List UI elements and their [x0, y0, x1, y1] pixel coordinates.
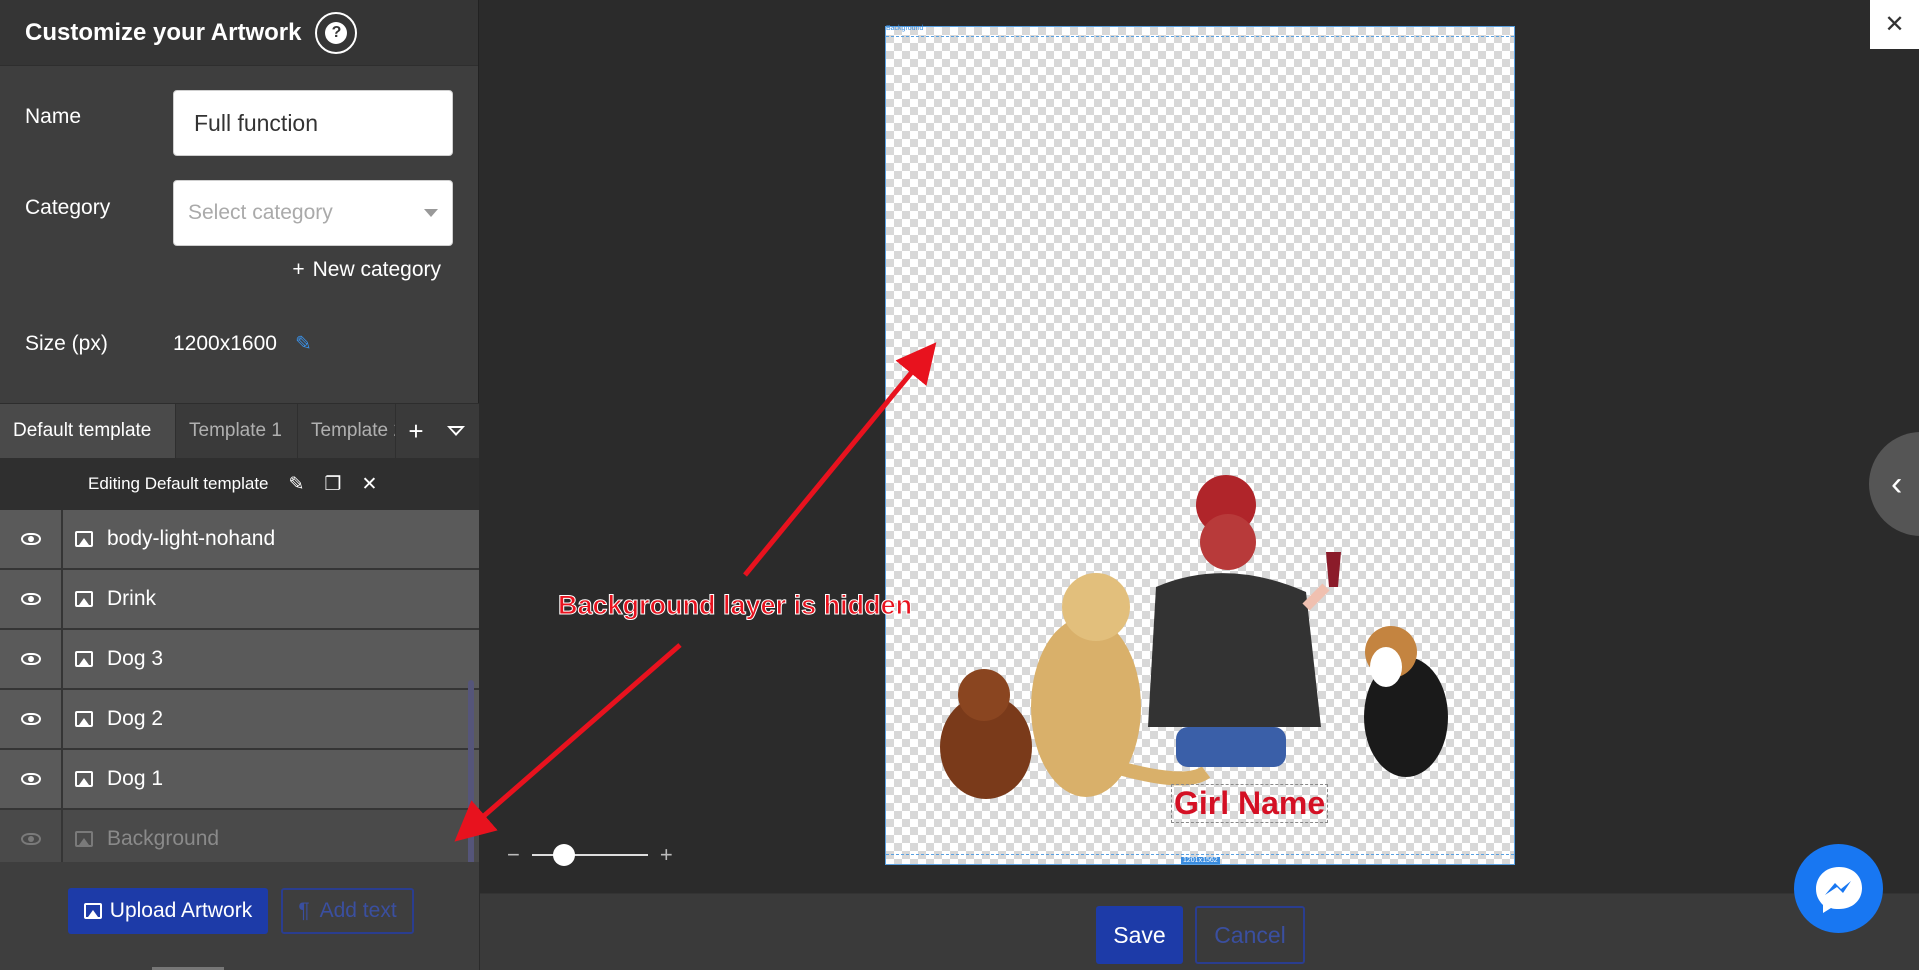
tab-default-template[interactable]: Default template	[0, 404, 176, 458]
tab-template-2[interactable]: Template 2	[298, 404, 396, 458]
image-icon	[75, 831, 93, 847]
category-select[interactable]: Select category	[173, 180, 453, 246]
chevron-down-icon	[424, 209, 438, 217]
layer-name: body-light-nohand	[107, 527, 276, 550]
artboard-canvas[interactable]: Background Girl Name 1201x1562	[885, 25, 1516, 866]
layer-row[interactable]: Drink	[0, 570, 479, 630]
size-label: Size (px)	[25, 332, 108, 355]
category-label: Category	[25, 196, 111, 219]
edit-size-icon[interactable]: ✎	[295, 331, 312, 356]
text-layer[interactable]: Girl Name	[1171, 784, 1329, 823]
layer-row[interactable]: Dog 2	[0, 690, 479, 750]
artwork-editor: Customize your Artwork ? Name Full funct…	[0, 0, 1919, 970]
layer-name: Drink	[107, 587, 157, 610]
layer-name: Dog 1	[107, 767, 164, 790]
upload-artwork-button[interactable]: Upload Artwork	[68, 888, 268, 934]
sidebar-header: Customize your Artwork ?	[0, 0, 478, 66]
eye-icon[interactable]	[0, 750, 63, 808]
duplicate-icon[interactable]: ❐	[324, 473, 341, 496]
eye-icon[interactable]	[0, 810, 63, 868]
eye-icon[interactable]	[0, 630, 63, 688]
size-value-row: 1200x1600 ✎	[173, 331, 312, 356]
save-button[interactable]: Save	[1096, 906, 1183, 964]
image-icon	[75, 711, 93, 727]
eye-icon[interactable]	[0, 690, 63, 748]
question-icon: ?	[325, 21, 348, 44]
image-icon	[75, 771, 93, 787]
tabs-dropdown-icon[interactable]	[436, 404, 476, 458]
close-icon[interactable]: ✕	[361, 473, 377, 496]
name-label: Name	[25, 105, 82, 128]
artwork-illustration[interactable]	[886, 27, 1516, 866]
cancel-button[interactable]: Cancel	[1195, 906, 1305, 964]
eye-icon[interactable]	[0, 570, 63, 628]
editing-label: Editing Default template	[88, 474, 269, 493]
image-icon	[75, 531, 93, 547]
zoom-control: − +	[507, 842, 673, 868]
name-input[interactable]: Full function	[173, 90, 453, 156]
paragraph-icon: ¶	[298, 899, 310, 922]
image-icon	[83, 903, 102, 919]
sidebar-title: Customize your Artwork	[25, 18, 302, 46]
layer-row[interactable]: body-light-nohand	[0, 510, 479, 570]
tab-template-1[interactable]: Template 1	[176, 404, 298, 458]
layer-list: body-light-nohand Drink Dog 3 Dog 2 Dog …	[0, 510, 479, 870]
layer-name: Dog 2	[107, 707, 164, 730]
new-category-label: New category	[312, 258, 441, 281]
add-text-label: Add text	[319, 899, 397, 922]
layer-name: Background	[107, 827, 220, 850]
new-category-link[interactable]: + New category	[292, 258, 441, 282]
layer-row[interactable]: Dog 3	[0, 630, 479, 690]
layer-row[interactable]: Dog 1	[0, 750, 479, 810]
layer-name: Dog 3	[107, 647, 164, 670]
editing-bar: Editing Default template ✎ ❐ ✕	[0, 458, 479, 510]
add-template-icon[interactable]: +	[396, 404, 436, 458]
zoom-slider-handle[interactable]	[552, 844, 575, 866]
layer-row-hidden[interactable]: Background	[0, 810, 479, 870]
action-bar: Save Cancel	[480, 893, 1919, 970]
category-placeholder: Select category	[188, 201, 333, 224]
help-button[interactable]: ?	[315, 11, 358, 54]
close-icon[interactable]: ✕	[1870, 0, 1919, 49]
image-icon	[75, 651, 93, 667]
add-text-button[interactable]: ¶ Add text	[281, 888, 414, 934]
eye-icon[interactable]	[0, 510, 63, 568]
zoom-out-icon[interactable]: −	[507, 842, 520, 868]
plus-icon: +	[292, 258, 305, 281]
image-icon	[75, 591, 93, 607]
zoom-slider[interactable]	[531, 844, 648, 866]
size-value: 1200x1600	[173, 331, 277, 355]
sidebar-footer: Upload Artwork ¶ Add text	[0, 862, 479, 970]
upload-label: Upload Artwork	[109, 899, 253, 922]
pencil-icon[interactable]: ✎	[289, 473, 305, 496]
messenger-icon[interactable]	[1794, 844, 1883, 933]
sidebar: Customize your Artwork ? Name Full funct…	[0, 0, 479, 970]
size-tag: 1201x1562	[1181, 857, 1220, 864]
template-tabs: Default template Template 1 Template 2 +	[0, 403, 479, 458]
annotation-text: Background layer is hidden	[557, 590, 913, 621]
zoom-in-icon[interactable]: +	[660, 842, 673, 868]
